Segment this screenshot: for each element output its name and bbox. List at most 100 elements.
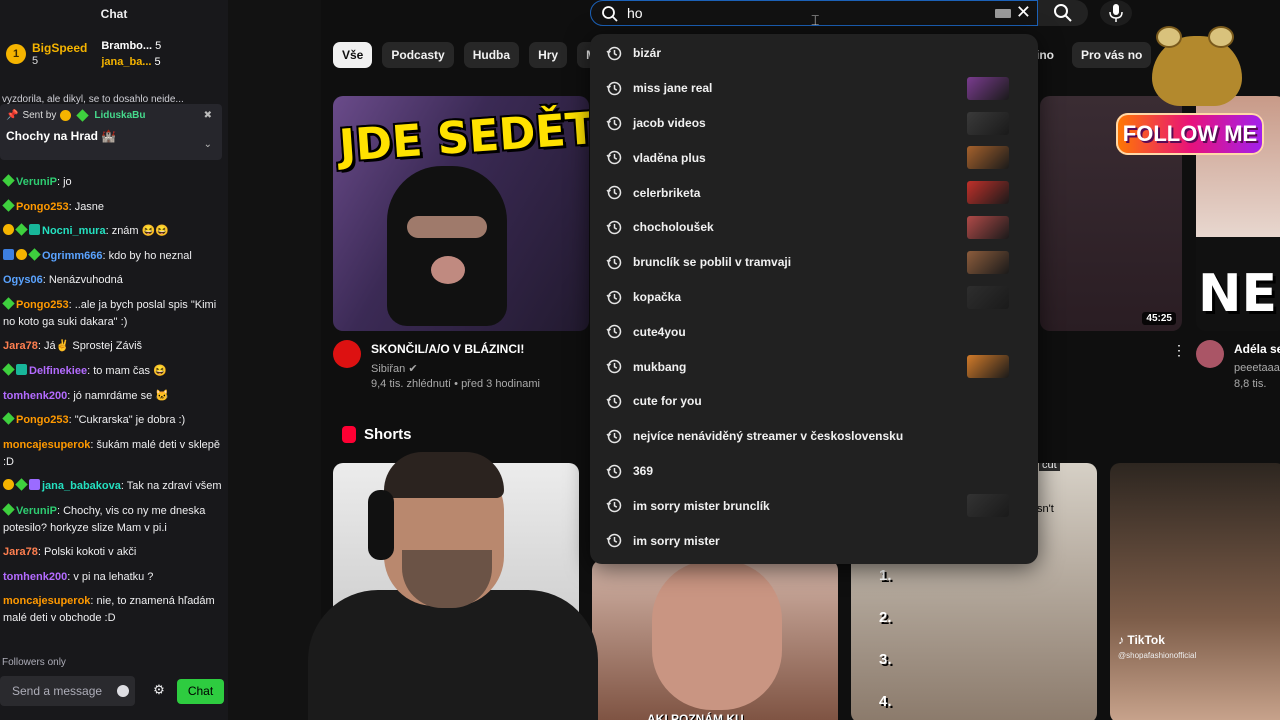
chat-text: : jó namrdáme se 🐱 (67, 389, 169, 402)
chat-message: Pongo253: ..ale ja bych poslal spis "Kim… (0, 297, 228, 331)
chat-username[interactable]: Pongo253 (16, 299, 69, 311)
history-icon (606, 499, 622, 513)
suggestion-item[interactable]: mukbang (590, 349, 1038, 384)
suggestion-item[interactable]: cute4you (590, 314, 1038, 349)
green-badge-icon (76, 109, 90, 122)
chat-username[interactable]: jana_babakova (42, 480, 121, 492)
chat-message: tomhenk200: jó namrdáme se 🐱 (0, 388, 228, 405)
chat-username[interactable]: Ogys06 (3, 274, 43, 286)
suggestion-item[interactable]: bizár (590, 36, 1038, 71)
suggestion-item[interactable]: brunclík se poblil v tramvaji (590, 245, 1038, 280)
chat-username[interactable]: Jara78 (3, 546, 38, 558)
balaclava-eyes (407, 216, 487, 238)
chat-username[interactable]: moncajesuperok (3, 595, 90, 607)
green-badge-icon (2, 198, 15, 212)
chat-send-button[interactable]: Chat (177, 679, 224, 704)
search-button[interactable] (1038, 0, 1088, 26)
chat-message: Jara78: Polski kokoti v akči (0, 544, 228, 561)
chip-0[interactable]: Vše (333, 42, 373, 68)
chevron-down-icon[interactable]: ⌄ (204, 139, 212, 150)
keyboard-icon[interactable] (995, 9, 1011, 18)
followers-only-label: Followers only (2, 657, 66, 668)
chat-username[interactable]: VeruniP (16, 176, 57, 188)
mic-button[interactable] (1100, 0, 1132, 26)
suggestion-text: bizár (633, 46, 662, 61)
channel-avatar-2[interactable] (1196, 340, 1224, 368)
suggestion-thumbnail (967, 76, 1009, 100)
webcam-headset (368, 490, 394, 560)
suggestion-item[interactable]: kopačka (590, 280, 1038, 315)
video-title-2[interactable]: Adéla se (1234, 342, 1280, 356)
tiktok-label: TikTok (1127, 633, 1165, 647)
suggestion-thumbnail (967, 285, 1009, 309)
leader-2-count: 5 (155, 40, 162, 52)
search-input[interactable]: ho (627, 5, 643, 21)
history-icon (606, 185, 622, 200)
history-icon (606, 290, 622, 304)
video-title[interactable]: SKONČIL/A/O V BLÁZINCI! (371, 342, 524, 356)
video-thumbnail[interactable]: JDE SEDĚT (333, 96, 589, 331)
search-icon (602, 6, 618, 22)
chat-username[interactable]: moncajesuperok (3, 439, 90, 451)
chat-username[interactable]: Jara78 (3, 340, 38, 352)
suggestion-item[interactable]: cute for you (590, 384, 1038, 419)
channel-avatar[interactable] (333, 340, 361, 368)
chat-username[interactable]: Pongo253 (16, 201, 69, 213)
suggestion-item[interactable]: im sorry mister (590, 523, 1038, 558)
history-icon (606, 255, 622, 270)
leaderboard[interactable]: 1 BigSpeed 5 Brambo... 5 jana_ba... 5 (0, 28, 228, 80)
channel-name-2[interactable]: peeetaaa (1234, 362, 1280, 374)
chat-message: tomhenk200: v pi na lehatku ? (0, 569, 228, 586)
chat-username[interactable]: Delfinekiee (29, 365, 87, 377)
suggestion-item[interactable]: nejvíce nenáviděný streamer v českoslove… (590, 419, 1038, 454)
chat-messages: VeruniP: jo Pongo253: Jasne Nocni_mura: zn… (0, 174, 228, 635)
suggestion-item[interactable]: chocholoušek (590, 210, 1038, 245)
kebab-icon[interactable]: ⋮ (1172, 342, 1186, 359)
chat-username[interactable]: tomhenk200 (3, 390, 67, 402)
chat-username[interactable]: Pongo253 (16, 414, 69, 426)
chat-message: moncajesuperok: nie, to znamená hľadám m… (0, 593, 228, 627)
leader-3: jana_ba... 5 (101, 56, 161, 68)
chip-partial-left[interactable]: ino (1036, 42, 1054, 68)
webcam-body (308, 590, 598, 720)
history-icon (606, 359, 622, 374)
emoji-icon[interactable] (117, 685, 129, 697)
channel-name[interactable]: Sibiřan ✔ (371, 362, 418, 375)
suggestion-item[interactable]: 369 (590, 454, 1038, 489)
chat-username[interactable]: Nocni_mura (42, 225, 106, 237)
chip-1[interactable]: Podcasty (382, 42, 454, 68)
chat-message: Pongo253: "Cukrarska" je dobra :) (0, 412, 228, 429)
leader-2-name: Brambo... (101, 40, 153, 52)
pinned-message[interactable]: 📌 Sent by LiduskaBu Chochy na Hrad 🏰 ✖ ⌄ (0, 104, 222, 160)
purple-badge-icon (29, 479, 40, 491)
chat-username[interactable]: Ogrimm666 (42, 250, 103, 262)
green-badge-icon (2, 502, 15, 516)
short-thumbnail-2[interactable]: AKI POZNÁM KU... (592, 560, 838, 720)
suggestion-item[interactable]: celerbriketa (590, 175, 1038, 210)
short-3-num-1: 1. (879, 567, 892, 584)
chat-input[interactable]: Send a message (0, 676, 135, 706)
suggestion-item[interactable]: vladěna plus (590, 140, 1038, 175)
chat-text: : kdo by ho neznal (102, 249, 192, 262)
suggestion-text: celerbriketa (633, 185, 701, 200)
verified-icon: ✔ (408, 363, 418, 375)
short-thumbnail-4[interactable]: ♪ TikTok @shopafashionofficial (1110, 463, 1280, 720)
suggestion-item[interactable]: im sorry mister brunclík (590, 488, 1038, 523)
chat-username[interactable]: tomhenk200 (3, 571, 67, 583)
chat-message: jana_babakova: Tak na zdraví všem (0, 478, 228, 495)
gear-icon[interactable]: ⚙ (152, 683, 166, 697)
filter-chips: VšePodcastyHudbaHryMix (333, 42, 616, 68)
teal-badge-icon (29, 224, 40, 236)
hide-icon[interactable]: ✖ (204, 110, 212, 121)
suggestion-item[interactable]: jacob videos (590, 106, 1038, 141)
suggestion-text: miss jane real (633, 81, 713, 96)
clear-icon[interactable]: ✕ (1016, 2, 1031, 23)
screen: Chat 1 BigSpeed 5 Brambo... 5 jana_ba...… (0, 0, 1280, 720)
chip-2[interactable]: Hudba (463, 42, 520, 68)
chip-3[interactable]: Hry (529, 42, 568, 68)
leader-1-count: 5 (32, 55, 39, 67)
suggestion-item[interactable]: miss jane real (590, 71, 1038, 106)
suggestion-text: brunclík se poblil v tramvaji (633, 255, 792, 270)
short-3-isnt: sn't (1037, 503, 1054, 515)
chat-username[interactable]: VeruniP (16, 505, 57, 517)
